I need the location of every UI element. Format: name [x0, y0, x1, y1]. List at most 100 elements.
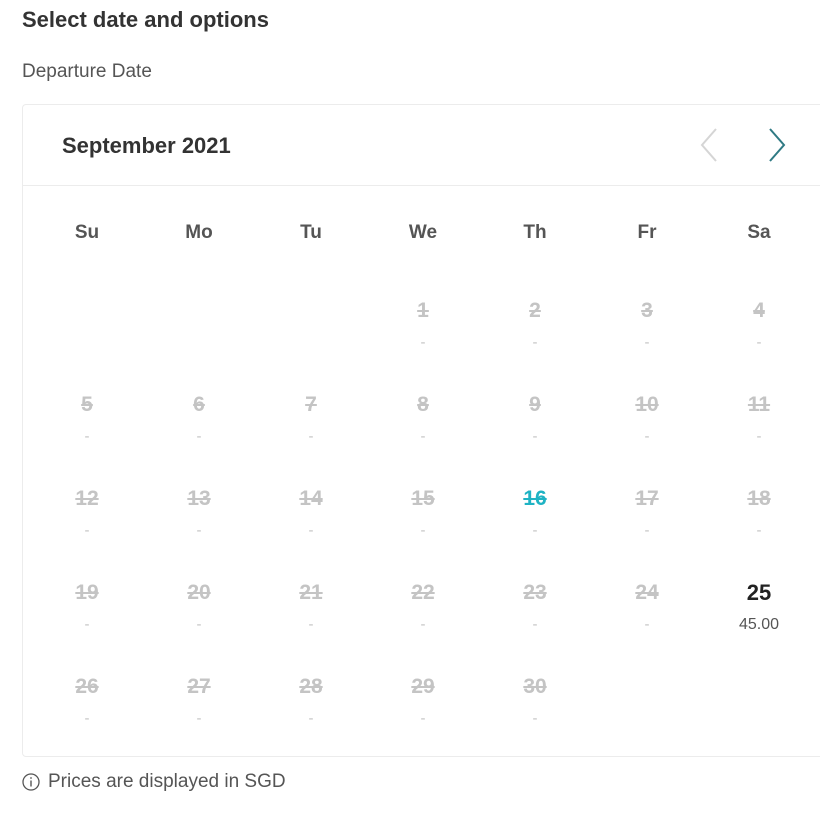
day-price: -: [308, 522, 314, 539]
day-number: 3: [641, 299, 653, 322]
day-price: -: [196, 710, 202, 727]
day-price: -: [84, 428, 90, 445]
chevron-left-icon: [700, 128, 717, 162]
day-number: 15: [411, 487, 435, 510]
day-price: -: [756, 428, 762, 445]
calendar-day-13: 13 -: [149, 486, 249, 566]
weekday-label-fr: Fr: [637, 222, 657, 243]
date-picker-calendar: September 2021 Su Mo Tu We Th Fr Sa 1-2-3-4-5-…: [22, 104, 820, 757]
currency-footnote: Prices are displayed in SGD: [22, 770, 286, 794]
day-number: 10: [635, 393, 659, 416]
calendar-day-17: 17 -: [597, 486, 697, 566]
day-number: 30: [523, 675, 547, 698]
calendar-day-10: 10 -: [597, 392, 697, 472]
calendar-day-19: 19 -: [37, 580, 137, 660]
calendar-day-12: 12 -: [37, 486, 137, 566]
calendar-day-18: 18 -: [709, 486, 809, 566]
day-price: -: [420, 616, 426, 633]
calendar-day-30: 30 -: [485, 674, 585, 754]
calendar-day-23: 23 -: [485, 580, 585, 660]
chevron-right-icon: [769, 128, 786, 162]
calendar-day-6: 6-: [149, 392, 249, 472]
weekday-label-sa: Sa: [747, 222, 771, 243]
calendar-day-7: 7-: [261, 392, 361, 472]
calendar-day-27: 27 -: [149, 674, 249, 754]
calendar-day-5: 5-: [37, 392, 137, 472]
day-number: 12: [75, 487, 99, 510]
calendar-header: September 2021: [23, 105, 820, 186]
day-price: -: [532, 428, 538, 445]
page-title: Select date and options: [22, 7, 269, 32]
day-price: -: [532, 334, 538, 351]
day-number: 27: [187, 675, 211, 698]
day-price: -: [84, 710, 90, 727]
day-price: -: [532, 522, 538, 539]
day-price: -: [420, 334, 426, 351]
weekday-label-mo: Mo: [185, 222, 213, 243]
month-title: September 2021: [62, 133, 231, 158]
calendar-day-9: 9-: [485, 392, 585, 472]
day-price: -: [420, 522, 426, 539]
day-price: -: [644, 616, 650, 633]
calendar-day-3: 3-: [597, 298, 697, 378]
weekday-label-tu: Tu: [300, 222, 322, 243]
calendar-day-14: 14 -: [261, 486, 361, 566]
day-number: 13: [187, 487, 211, 510]
weekday-header-row: Su Mo Tu We Th Fr Sa: [23, 221, 807, 245]
day-price: -: [196, 428, 202, 445]
day-price: -: [420, 428, 426, 445]
day-number: 2: [529, 299, 541, 322]
previous-month-button[interactable]: [691, 127, 727, 163]
calendar-day-4: 4-: [709, 298, 809, 378]
info-circle-icon: [22, 773, 40, 791]
day-number: 9: [529, 393, 541, 416]
weekday-label-su: Su: [74, 222, 100, 243]
calendar-day-20: 20 -: [149, 580, 249, 660]
day-number: 14: [299, 487, 323, 510]
departure-date-label: Departure Date: [22, 61, 152, 82]
next-month-button[interactable]: [759, 127, 795, 163]
calendar-day-25[interactable]: 25 45.00: [709, 580, 809, 660]
day-price: -: [420, 710, 426, 727]
day-number: 8: [417, 393, 429, 416]
calendar-day-1: 1-: [373, 298, 473, 378]
day-price: -: [196, 522, 202, 539]
day-number: 24: [635, 581, 659, 604]
calendar-day-11: 11 -: [709, 392, 809, 472]
day-number: 5: [81, 393, 93, 416]
day-number: 19: [75, 581, 99, 604]
calendar-day-16: 16 -: [485, 486, 585, 566]
calendar-day-28: 28 -: [261, 674, 361, 754]
day-number: 25: [746, 580, 772, 605]
day-number: 4: [753, 299, 765, 322]
day-price: -: [196, 616, 202, 633]
day-price: 45.00: [738, 616, 780, 633]
calendar-day-2: 2-: [485, 298, 585, 378]
day-price: -: [532, 616, 538, 633]
footnote-text: Prices are displayed in SGD: [48, 771, 286, 792]
day-number: 23: [523, 581, 547, 604]
day-price: -: [756, 522, 762, 539]
day-price: -: [84, 522, 90, 539]
day-price: -: [756, 334, 762, 351]
calendar-day-8: 8-: [373, 392, 473, 472]
calendar-day-24: 24 -: [597, 580, 697, 660]
day-number: 7: [305, 393, 317, 416]
calendar-day-22: 22 -: [373, 580, 473, 660]
weekday-label-we: We: [408, 222, 438, 243]
day-price: -: [644, 428, 650, 445]
day-price: -: [644, 522, 650, 539]
day-price: -: [532, 710, 538, 727]
day-price: -: [308, 428, 314, 445]
day-price: -: [308, 710, 314, 727]
day-price: -: [308, 616, 314, 633]
day-number: 18: [747, 487, 771, 510]
weekday-label-th: Th: [523, 222, 547, 243]
day-number: 29: [411, 675, 435, 698]
day-number: 11: [747, 393, 771, 416]
calendar-day-21: 21 -: [261, 580, 361, 660]
day-price: -: [84, 616, 90, 633]
day-number: 1: [417, 299, 429, 322]
calendar-day-26: 26 -: [37, 674, 137, 754]
day-price: -: [644, 334, 650, 351]
